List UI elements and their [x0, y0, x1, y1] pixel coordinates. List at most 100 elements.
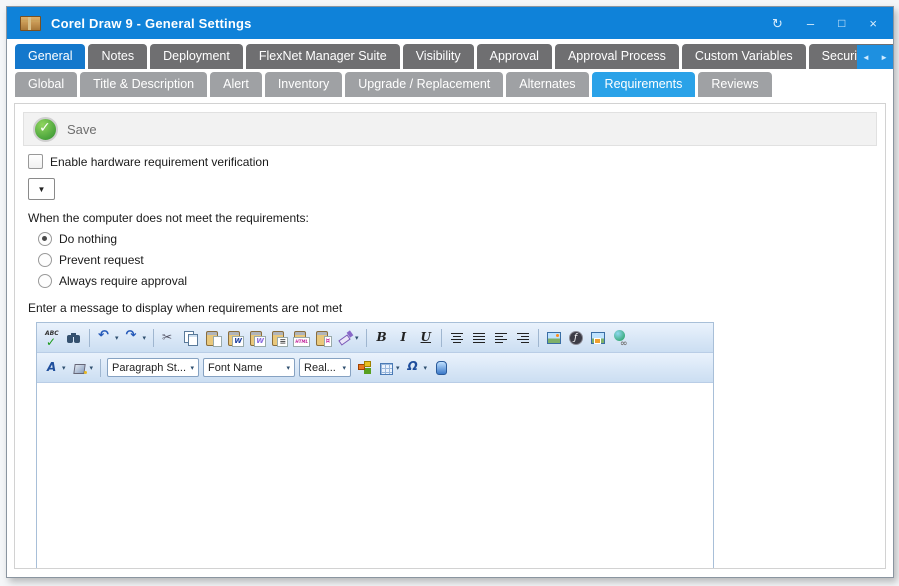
- select-value: Real...: [304, 362, 336, 374]
- table-button[interactable]: ▾: [376, 356, 402, 379]
- tab-flexnet-manager-suite[interactable]: FlexNet Manager Suite: [246, 44, 400, 69]
- editor-content[interactable]: [37, 383, 713, 569]
- image-map-icon: [590, 330, 606, 346]
- format-stripper-button[interactable]: ▾: [335, 326, 361, 349]
- font-color-button[interactable]: ▾: [42, 356, 68, 379]
- dropdown-arrow-icon: ▾: [62, 364, 66, 372]
- hardware-verification-label: Enable hardware requirement verification: [50, 155, 269, 169]
- close-button[interactable]: ×: [869, 17, 877, 30]
- italic-button[interactable]: [394, 326, 414, 349]
- paste-html-button[interactable]: [291, 326, 311, 349]
- dropdown-arrow-icon: ▾: [396, 364, 400, 372]
- radio-prevent-request[interactable]: [38, 253, 52, 267]
- symbol-button[interactable]: ▾: [404, 356, 430, 379]
- tab-visibility[interactable]: Visibility: [403, 44, 474, 69]
- toolbar-separator: [441, 329, 442, 347]
- radio-label: Do nothing: [59, 232, 117, 246]
- media-button[interactable]: [431, 356, 451, 379]
- maximize-button[interactable]: □: [838, 17, 845, 29]
- spellcheck-icon: [44, 330, 60, 346]
- flash-icon: [568, 330, 584, 346]
- tab-notes[interactable]: Notes: [88, 44, 147, 69]
- paste-special-icon: [315, 330, 331, 346]
- align-left-icon: [493, 330, 509, 346]
- align-left-button[interactable]: [491, 326, 511, 349]
- underline-button[interactable]: [416, 326, 436, 349]
- chevron-down-icon: ▾: [287, 364, 291, 372]
- italic-icon: [396, 330, 412, 346]
- window-controls: ↻ – □ ×: [772, 17, 877, 30]
- table-icon: [378, 360, 394, 376]
- copy-icon: [183, 330, 199, 346]
- requirement-dropdown-button[interactable]: ▼: [28, 178, 55, 200]
- title-bar: Corel Draw 9 - General Settings ↻ – □ ×: [7, 7, 893, 39]
- tab-alternates[interactable]: Alternates: [506, 72, 588, 97]
- dropdown-arrow-icon: ▾: [90, 364, 94, 372]
- paste-button[interactable]: [203, 326, 223, 349]
- minimize-button[interactable]: –: [807, 17, 814, 30]
- redo-button[interactable]: ▾: [123, 326, 149, 349]
- cut-button[interactable]: [159, 326, 179, 349]
- justify-button[interactable]: [469, 326, 489, 349]
- save-button[interactable]: Save: [67, 122, 97, 137]
- radio-do-nothing[interactable]: [38, 232, 52, 246]
- bold-icon: [374, 330, 390, 346]
- tab-requirements[interactable]: Requirements: [592, 72, 696, 97]
- tab-deployment[interactable]: Deployment: [150, 44, 243, 69]
- paste-word-icon: [227, 330, 243, 346]
- tab-inventory[interactable]: Inventory: [265, 72, 342, 97]
- tab-title-description[interactable]: Title & Description: [80, 72, 207, 97]
- scroll-left-icon[interactable]: ◄: [862, 54, 870, 62]
- paste-word-clean-button[interactable]: [247, 326, 267, 349]
- save-check-icon[interactable]: [33, 117, 58, 142]
- tab-global[interactable]: Global: [15, 72, 77, 97]
- tab-approval-process[interactable]: Approval Process: [555, 44, 679, 69]
- font-size-select[interactable]: Real... ▾: [299, 358, 351, 377]
- settings-window: Corel Draw 9 - General Settings ↻ – □ × Gen…: [6, 6, 894, 578]
- image-button[interactable]: [544, 326, 564, 349]
- font-color-icon: [44, 360, 60, 376]
- requirements-form: Enable hardware requirement verification…: [28, 154, 885, 569]
- tab-scroller: ◄ ►: [857, 45, 893, 69]
- tab-upgrade-replacement[interactable]: Upgrade / Replacement: [345, 72, 503, 97]
- snippet-icon: [356, 360, 372, 376]
- paste-plain-button[interactable]: [269, 326, 289, 349]
- toolbar-separator: [538, 329, 539, 347]
- paste-word-button[interactable]: [225, 326, 245, 349]
- radio-label: Prevent request: [59, 253, 144, 267]
- radio-row: Do nothing: [38, 232, 885, 246]
- refresh-button[interactable]: ↻: [772, 17, 783, 30]
- snippet-button[interactable]: [354, 356, 374, 379]
- toolbar-separator: [89, 329, 90, 347]
- fill-color-icon: [72, 360, 88, 376]
- align-center-button[interactable]: [447, 326, 467, 349]
- package-icon: [20, 16, 41, 31]
- tab-custom-variables[interactable]: Custom Variables: [682, 44, 806, 69]
- copy-button[interactable]: [181, 326, 201, 349]
- paragraph-style-select[interactable]: Paragraph St...▾: [107, 358, 199, 377]
- tab-general[interactable]: General: [15, 44, 85, 69]
- scroll-right-icon[interactable]: ►: [880, 54, 888, 62]
- fill-color-button[interactable]: ▾: [70, 356, 96, 379]
- undo-button[interactable]: ▾: [95, 326, 121, 349]
- font-name-select[interactable]: Font Name▾: [203, 358, 295, 377]
- bold-button[interactable]: [372, 326, 392, 349]
- find-button[interactable]: [64, 326, 84, 349]
- image-map-button[interactable]: [588, 326, 608, 349]
- hardware-verification-checkbox[interactable]: [28, 154, 43, 169]
- chevron-down-icon: ▾: [343, 364, 347, 372]
- tab-reviews[interactable]: Reviews: [698, 72, 771, 97]
- flash-button[interactable]: [566, 326, 586, 349]
- select-value: Paragraph St...: [112, 362, 186, 374]
- hyperlink-button[interactable]: [610, 326, 630, 349]
- paste-special-button[interactable]: [313, 326, 333, 349]
- radio-always-require-approval[interactable]: [38, 274, 52, 288]
- tab-alert[interactable]: Alert: [210, 72, 262, 97]
- align-right-button[interactable]: [513, 326, 533, 349]
- spellcheck-button[interactable]: [42, 326, 62, 349]
- editor-toolbar-row2: ▾▾Paragraph St...▾Font Name▾Real...▾▾▾: [37, 353, 713, 383]
- tab-approval[interactable]: Approval: [477, 44, 552, 69]
- rich-text-editor: ▾▾▾ ▾▾Paragraph St...▾Font Name▾Real...▾…: [36, 322, 714, 569]
- dropdown-arrow-icon: ▾: [115, 334, 119, 342]
- window-title: Corel Draw 9 - General Settings: [51, 16, 252, 31]
